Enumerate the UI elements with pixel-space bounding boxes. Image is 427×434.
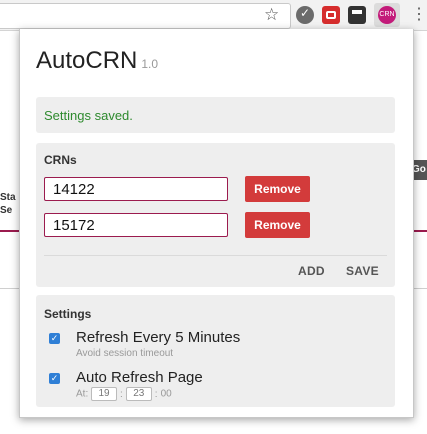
save-button[interactable]: SAVE	[346, 264, 379, 278]
background-page-fragment-right: Go	[412, 160, 427, 180]
checkmark-extension-icon[interactable]	[296, 6, 314, 24]
status-banner: Settings saved.	[36, 97, 395, 133]
autocrn-extension-icon: CRN	[378, 6, 396, 24]
popup-title: AutoCRN 1.0	[36, 47, 158, 75]
refresh-label: Refresh Every 5 Minutes	[76, 329, 241, 346]
autocrn-extension-button[interactable]: CRN	[374, 3, 400, 27]
address-bar[interactable]	[0, 3, 291, 29]
auto-refresh-checkbox[interactable]: ✓	[49, 373, 60, 384]
at-label: At:	[76, 388, 89, 400]
time-separator: :	[120, 388, 123, 400]
menu-dots-icon[interactable]: ⋮	[411, 5, 427, 25]
settings-heading: Settings	[44, 307, 92, 321]
add-button[interactable]: ADD	[298, 264, 325, 278]
second-value: 00	[160, 388, 172, 400]
crn-input-1[interactable]	[44, 177, 228, 201]
auto-refresh-label: Auto Refresh Page	[76, 369, 203, 386]
status-message: Settings saved.	[44, 108, 133, 123]
refresh-hint: Avoid session timeout	[76, 348, 174, 359]
background-page-fragment-left: Sta Se	[0, 192, 16, 216]
crn-input-2[interactable]	[44, 213, 228, 237]
background-accent-line-left	[0, 230, 20, 232]
auto-refresh-time: At: 19:23:00	[76, 387, 172, 401]
remove-crn-button-1[interactable]: Remove	[245, 176, 310, 202]
refresh-checkbox[interactable]: ✓	[49, 333, 60, 344]
browser-toolbar: ☆ CRN ⋮	[0, 0, 427, 31]
dark-extension-icon[interactable]	[348, 6, 366, 24]
minute-field[interactable]: 23	[125, 387, 152, 401]
crn-heading: CRNs	[44, 153, 77, 167]
crn-section: CRNs Remove Remove ADD SAVE	[36, 143, 395, 287]
app-version: 1.0	[141, 57, 159, 71]
settings-section: Settings ✓ Refresh Every 5 Minutes Avoid…	[36, 295, 395, 407]
red-extension-icon[interactable]	[322, 6, 340, 24]
time-separator: :	[154, 388, 158, 400]
star-icon[interactable]: ☆	[264, 4, 279, 26]
autocrn-popup: AutoCRN1.0 Settings saved. CRNs Remove R…	[19, 29, 414, 418]
background-accent-line-right	[412, 230, 427, 232]
remove-crn-button-2[interactable]: Remove	[245, 212, 310, 238]
crn-divider	[44, 255, 387, 256]
app-name: AutoCRN	[36, 47, 138, 74]
hour-field[interactable]: 19	[91, 387, 118, 401]
